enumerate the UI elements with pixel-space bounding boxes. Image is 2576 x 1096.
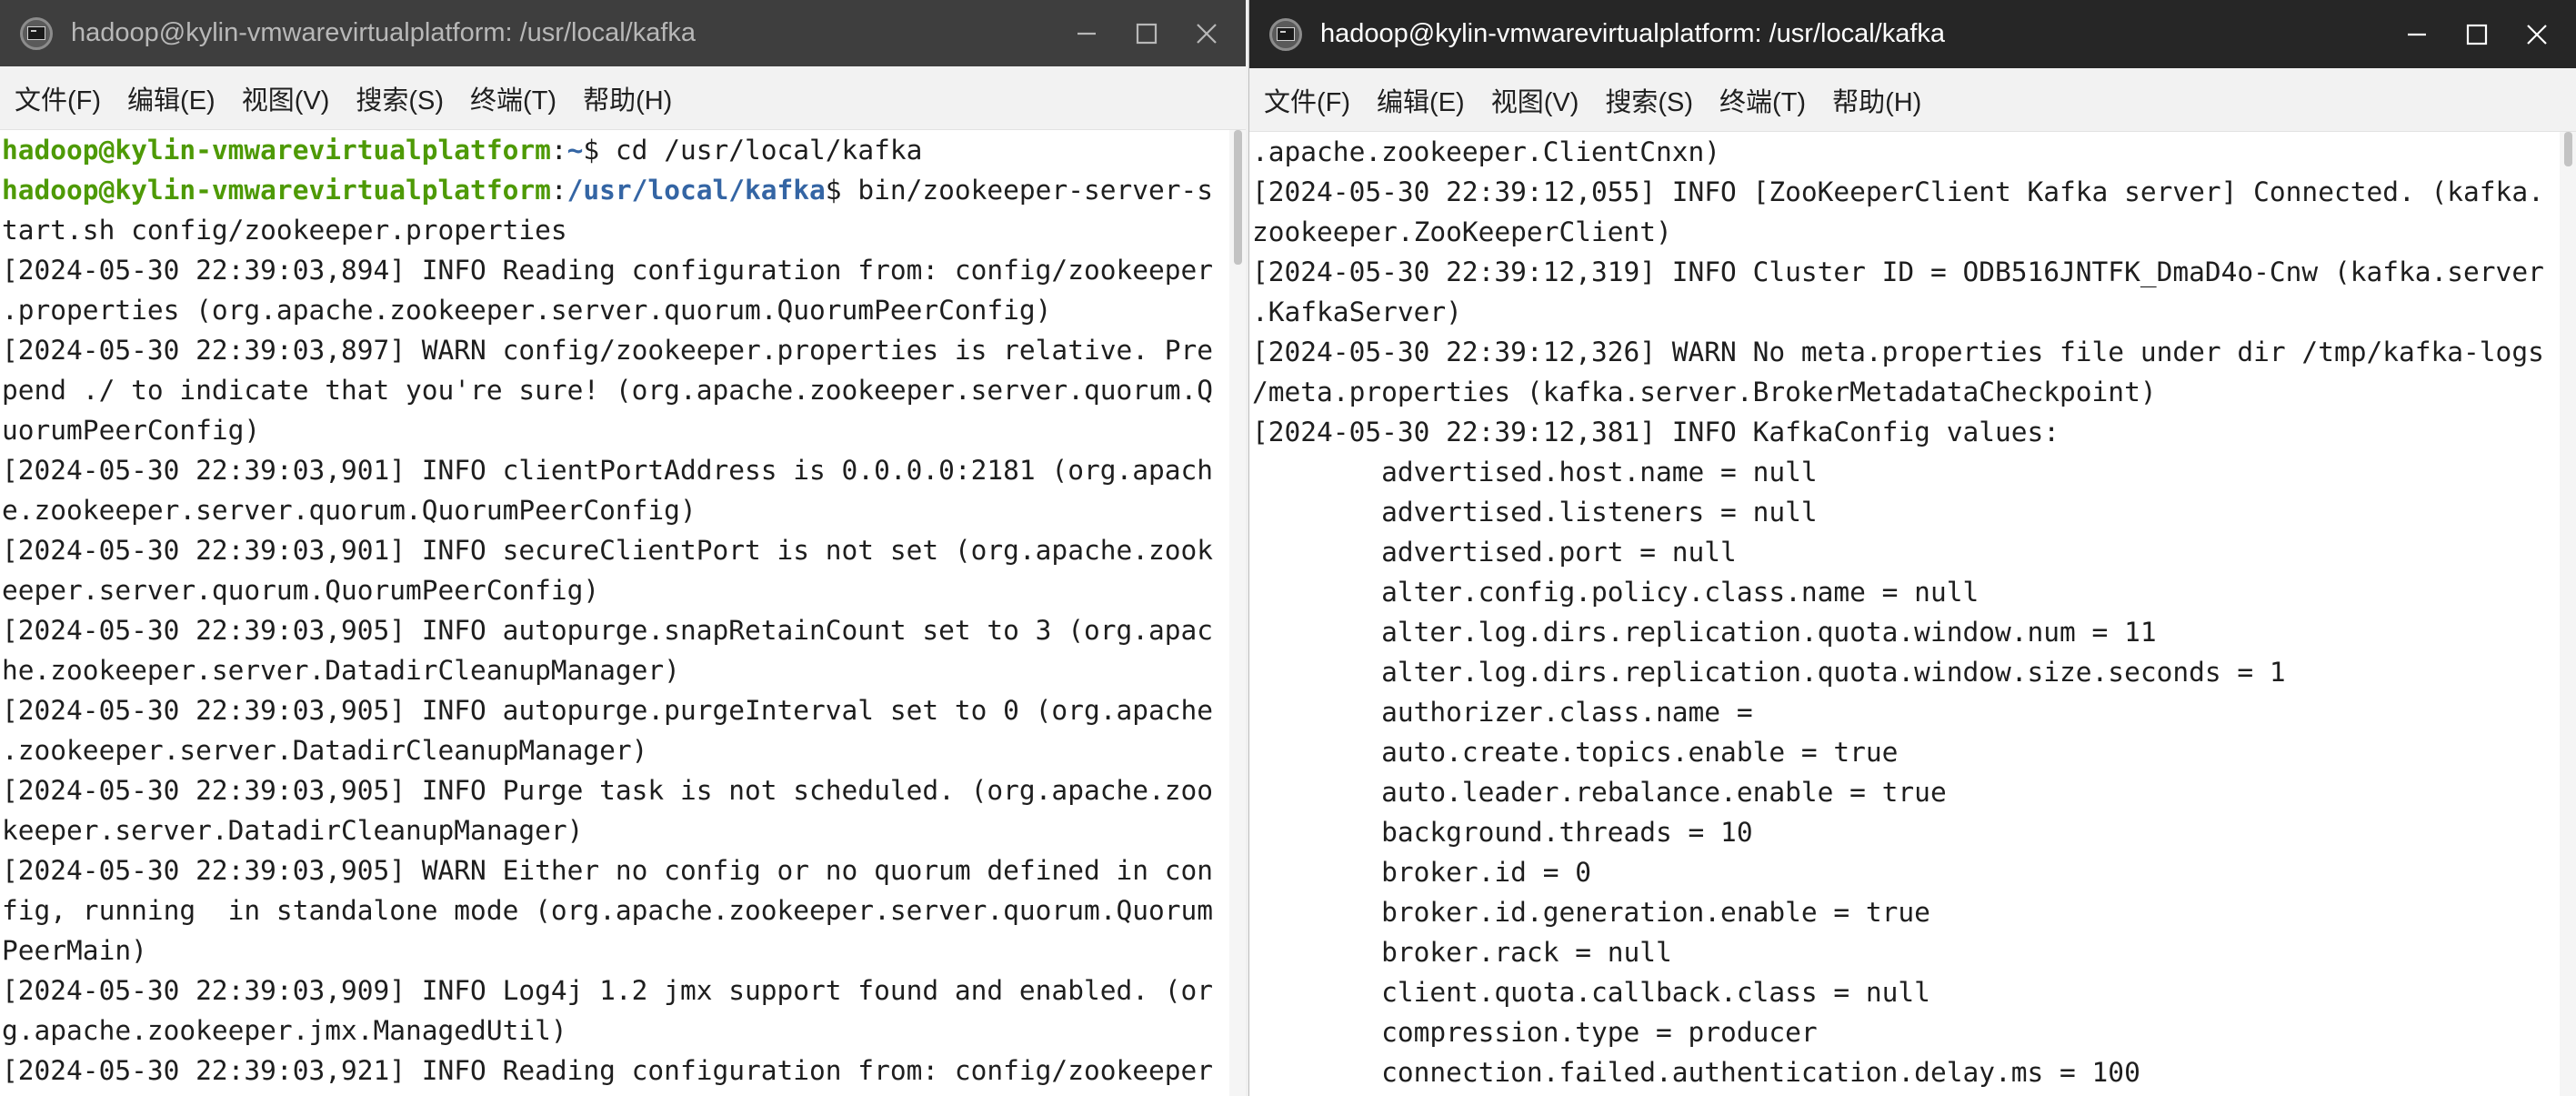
output-line: advertised.listeners = null bbox=[1252, 497, 1818, 528]
minimize-icon[interactable] bbox=[1066, 13, 1108, 55]
output-line: PeerMain) bbox=[2, 935, 147, 966]
output-line: e.zookeeper.server.quorum.QuorumPeerConf… bbox=[2, 495, 697, 526]
menu-edit[interactable]: 编辑(E) bbox=[1377, 81, 1465, 119]
prompt-user: hadoop@kylin-vmwarevirtualplatform bbox=[2, 135, 551, 166]
terminal-output-right[interactable]: .apache.zookeeper.ClientCnxn) [2024-05-30… bbox=[1249, 132, 2560, 1096]
output-line: [2024-05-30 22:39:03,905] INFO Purge tas… bbox=[2, 775, 1214, 806]
output-line: alter.log.dirs.replication.quota.window.… bbox=[1252, 657, 2286, 688]
output-line: .apache.zookeeper.ClientCnxn) bbox=[1252, 136, 1721, 167]
prompt-sep: : bbox=[550, 135, 567, 166]
menu-terminal[interactable]: 终端(T) bbox=[470, 79, 556, 117]
output-line: /meta.properties (kafka.server.BrokerMet… bbox=[1252, 377, 2157, 407]
prompt-user: hadoop@kylin-vmwarevirtualplatform bbox=[2, 175, 551, 206]
output-line: connection.failed.authentication.delay.m… bbox=[1252, 1057, 2140, 1088]
prompt-command: $ bin/zookeeper-server-s bbox=[825, 175, 1214, 206]
output-line: broker.rack = null bbox=[1252, 937, 1672, 968]
close-icon[interactable] bbox=[2516, 14, 2558, 55]
output-line: alter.log.dirs.replication.quota.window.… bbox=[1252, 617, 2157, 648]
output-line: [2024-05-30 22:39:12,326] WARN No meta.p… bbox=[1252, 337, 2544, 367]
prompt-path: ~ bbox=[566, 135, 584, 166]
minimize-icon[interactable] bbox=[2396, 14, 2438, 55]
prompt-command: $ cd /usr/local/kafka bbox=[583, 135, 923, 166]
output-line: [2024-05-30 22:39:03,901] INFO clientPor… bbox=[2, 455, 1214, 486]
menu-search[interactable]: 搜索(S) bbox=[1605, 81, 1693, 119]
output-line: [2024-05-30 22:39:03,897] WARN config/zo… bbox=[2, 335, 1214, 366]
output-line: [2024-05-30 22:39:03,901] INFO secureCli… bbox=[2, 535, 1214, 566]
output-line: broker.id = 0 bbox=[1252, 857, 1591, 888]
menu-edit[interactable]: 编辑(E) bbox=[127, 79, 216, 117]
output-line: client.quota.callback.class = null bbox=[1252, 977, 1930, 1008]
scrollbar-left[interactable] bbox=[1229, 130, 1246, 1096]
menubar-right: 文件(F) 编辑(E) 视图(V) 搜索(S) 终端(T) 帮助(H) bbox=[1249, 68, 2576, 132]
output-line: alter.config.policy.class.name = null bbox=[1252, 577, 1980, 608]
close-icon[interactable] bbox=[1186, 13, 1228, 55]
window-title: hadoop@kylin-vmwarevirtualplatform: /usr… bbox=[71, 18, 697, 47]
output-line: [2024-05-30 22:39:03,905] INFO autopurge… bbox=[2, 615, 1214, 646]
output-line: .properties (org.apache.zookeeper.server… bbox=[2, 295, 1052, 326]
output-line: tart.sh config/zookeeper.properties bbox=[2, 215, 567, 246]
output-line: [2024-05-30 22:39:03,894] INFO Reading c… bbox=[2, 255, 1214, 286]
maximize-icon[interactable] bbox=[1126, 13, 1168, 55]
output-line: broker.id.generation.enable = true bbox=[1252, 897, 1930, 928]
terminal-output-left[interactable]: hadoop@kylin-vmwarevirtualplatform:~$ cd… bbox=[0, 130, 1229, 1096]
output-line: advertised.port = null bbox=[1252, 537, 1737, 568]
menu-search[interactable]: 搜索(S) bbox=[356, 79, 444, 117]
titlebar-right[interactable]: hadoop@kylin-vmwarevirtualplatform: /usr… bbox=[1249, 0, 2576, 68]
menu-help[interactable]: 帮助(H) bbox=[583, 79, 672, 117]
output-line: authorizer.class.name = bbox=[1252, 697, 1753, 728]
output-line: uorumPeerConfig) bbox=[2, 415, 261, 446]
menu-view[interactable]: 视图(V) bbox=[1491, 81, 1579, 119]
output-line: he.zookeeper.server.DatadirCleanupManage… bbox=[2, 655, 680, 686]
output-line: advertised.host.name = null bbox=[1252, 457, 1818, 488]
output-line: .KafkaServer) bbox=[1252, 297, 1462, 327]
output-line: [2024-05-30 22:39:03,905] WARN Either no… bbox=[2, 855, 1214, 886]
output-line: auto.leader.rebalance.enable = true bbox=[1252, 777, 1947, 808]
menu-help[interactable]: 帮助(H) bbox=[1832, 81, 1921, 119]
output-line: [2024-05-30 22:39:03,909] INFO Log4j 1.2… bbox=[2, 975, 1214, 1006]
output-line: g.apache.zookeeper.jmx.ManagedUtil) bbox=[2, 1015, 567, 1046]
terminal-window-left: hadoop@kylin-vmwarevirtualplatform: /usr… bbox=[0, 0, 1246, 1096]
prompt-path: /usr/local/kafka bbox=[566, 175, 826, 206]
titlebar-left[interactable]: hadoop@kylin-vmwarevirtualplatform: /usr… bbox=[0, 0, 1246, 66]
output-line: keeper.server.DatadirCleanupManager) bbox=[2, 815, 584, 846]
terminal-app-icon bbox=[1269, 17, 1302, 51]
output-line: eeper.server.quorum.QuorumPeerConfig) bbox=[2, 575, 600, 606]
scrollbar-right[interactable] bbox=[2560, 132, 2576, 1096]
output-line: auto.create.topics.enable = true bbox=[1252, 737, 1899, 768]
menu-file[interactable]: 文件(F) bbox=[1264, 81, 1350, 119]
terminal-app-icon bbox=[20, 16, 53, 50]
menubar-left: 文件(F) 编辑(E) 视图(V) 搜索(S) 终端(T) 帮助(H) bbox=[0, 66, 1246, 130]
output-line: .zookeeper.server.DatadirCleanupManager) bbox=[2, 735, 648, 766]
output-line: pend ./ to indicate that you're sure! (o… bbox=[2, 375, 1214, 406]
prompt-line: hadoop@kylin-vmwarevirtualplatform:~$ cd… bbox=[0, 130, 1229, 170]
output-line: [2024-05-30 22:39:03,921] INFO Reading c… bbox=[2, 1055, 1214, 1086]
scroll-thumb[interactable] bbox=[1234, 130, 1242, 265]
menu-view[interactable]: 视图(V) bbox=[242, 79, 330, 117]
output-line: compression.type = producer bbox=[1252, 1017, 1818, 1048]
menu-terminal[interactable]: 终端(T) bbox=[1719, 81, 1806, 119]
output-line: [2024-05-30 22:39:12,381] INFO KafkaConf… bbox=[1252, 417, 2060, 447]
window-title: hadoop@kylin-vmwarevirtualplatform: /usr… bbox=[1320, 19, 1946, 48]
scroll-thumb[interactable] bbox=[2564, 132, 2572, 166]
output-line: [2024-05-30 22:39:12,319] INFO Cluster I… bbox=[1252, 256, 2544, 287]
output-line: zookeeper.ZooKeeperClient) bbox=[1252, 216, 1672, 247]
output-line: [2024-05-30 22:39:12,055] INFO [ZooKeepe… bbox=[1252, 176, 2544, 207]
output-line: background.threads = 10 bbox=[1252, 817, 1753, 848]
prompt-line: hadoop@kylin-vmwarevirtualplatform:/usr/… bbox=[0, 170, 1229, 210]
menu-file[interactable]: 文件(F) bbox=[15, 79, 101, 117]
output-line: fig, running in standalone mode (org.apa… bbox=[2, 895, 1214, 926]
terminal-window-right: hadoop@kylin-vmwarevirtualplatform: /usr… bbox=[1248, 0, 2576, 1096]
output-line: [2024-05-30 22:39:03,905] INFO autopurge… bbox=[2, 695, 1214, 726]
prompt-sep: : bbox=[550, 175, 567, 206]
maximize-icon[interactable] bbox=[2456, 14, 2498, 55]
